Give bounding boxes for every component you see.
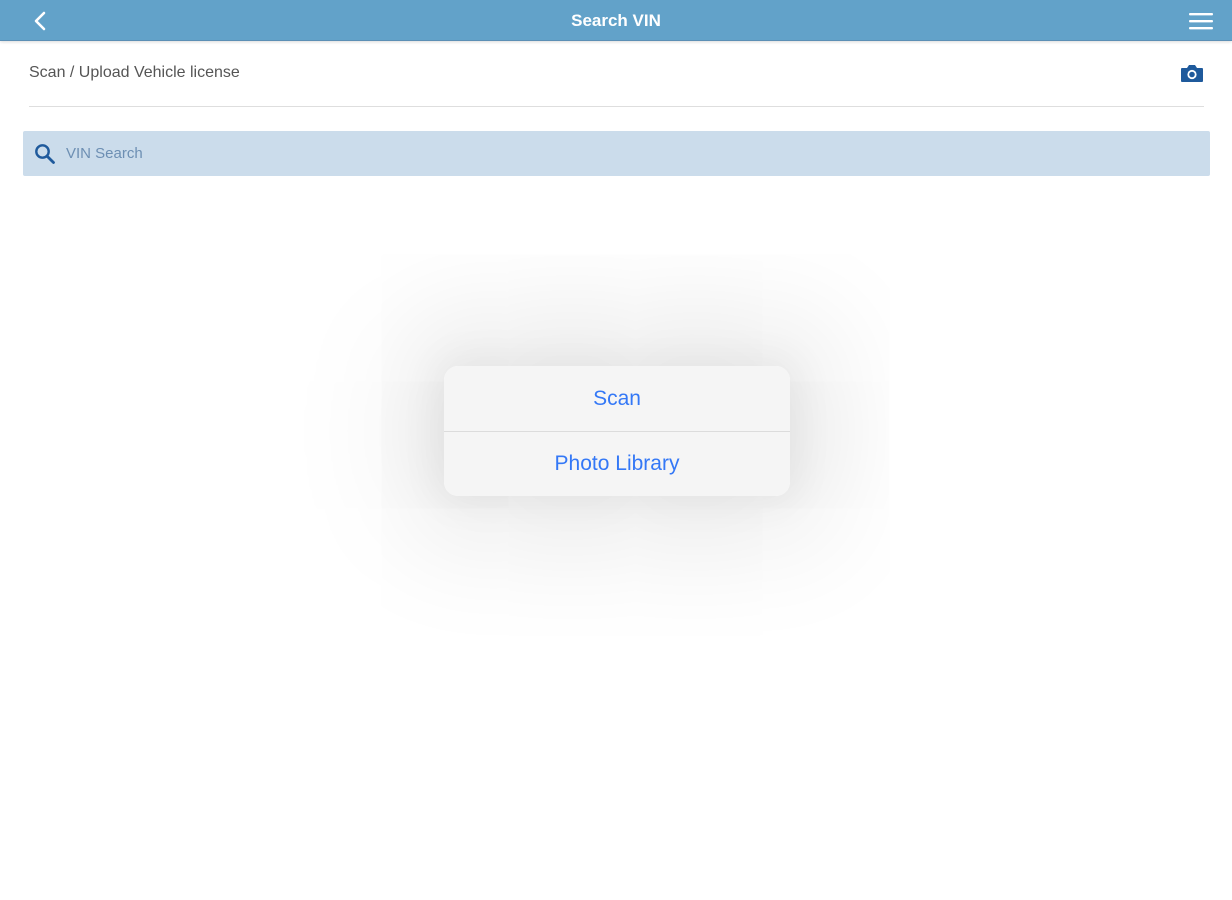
search-vin-screen: Search VIN Scan / Upload Vehicle license… xyxy=(0,0,1232,900)
vin-search-bar xyxy=(23,131,1210,176)
camera-icon[interactable] xyxy=(1180,62,1204,84)
menu-button[interactable] xyxy=(1186,8,1216,34)
vin-search-input[interactable] xyxy=(64,132,1210,175)
upload-vehicle-license-label: Scan / Upload Vehicle license xyxy=(29,64,240,81)
photo-library-option[interactable]: Photo Library xyxy=(444,431,790,496)
back-button[interactable] xyxy=(26,8,54,34)
upload-vehicle-license-row[interactable]: Scan / Upload Vehicle license xyxy=(29,41,1204,107)
scan-option[interactable]: Scan xyxy=(444,366,790,431)
image-source-action-sheet: Scan Photo Library xyxy=(444,366,790,496)
hamburger-menu-icon xyxy=(1189,13,1213,30)
chevron-left-icon xyxy=(34,11,46,31)
search-icon xyxy=(35,143,55,164)
page-title: Search VIN xyxy=(571,11,661,30)
navigation-bar: Search VIN xyxy=(0,0,1232,41)
